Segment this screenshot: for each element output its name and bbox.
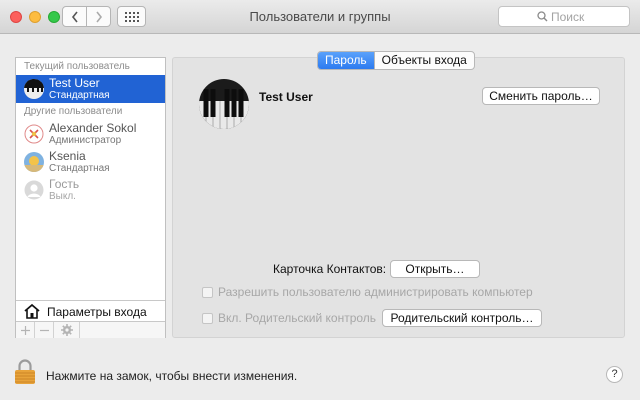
allow-admin-checkbox[interactable] <box>202 287 213 298</box>
search-field[interactable] <box>498 6 630 27</box>
allow-admin-label: Разрешить пользователю администрировать … <box>218 285 533 299</box>
sidebar-actions <box>16 321 165 338</box>
login-options-item[interactable]: Параметры входа <box>16 300 165 322</box>
help-button[interactable]: ? <box>606 366 623 383</box>
user-name: Test User <box>49 76 100 90</box>
sidebar-item-guest[interactable]: Гость Выкл. <box>16 176 165 204</box>
lock-hint-text: Нажмите на замок, чтобы внести изменения… <box>46 369 298 383</box>
users-sidebar: Текущий пользователь Test User Стандартн… <box>15 57 166 338</box>
guest-avatar-icon <box>24 180 44 200</box>
parental-control-checkbox[interactable] <box>202 313 213 324</box>
change-password-button[interactable]: Сменить пароль… <box>482 87 600 105</box>
other-users-header: Другие пользователи <box>24 106 123 117</box>
parental-control-label: Вкл. Родительский контроль <box>218 311 377 325</box>
piano-avatar-icon <box>24 79 44 99</box>
toolbar: Пользователи и группы <box>0 0 640 34</box>
search-input[interactable] <box>551 8 626 25</box>
add-user-button[interactable] <box>16 322 35 338</box>
selected-user-name: Test User <box>259 90 313 104</box>
plus-icon <box>20 325 30 335</box>
flower-avatar-icon <box>24 124 44 144</box>
login-options-label: Параметры входа <box>47 305 147 319</box>
user-name: Alexander Sokol <box>49 121 137 135</box>
user-role: Стандартная <box>49 163 110 174</box>
lock-icon[interactable] <box>14 359 36 385</box>
user-role: Стандартная <box>49 90 110 101</box>
user-name: Ksenia <box>49 149 86 163</box>
remove-user-button[interactable] <box>35 322 54 338</box>
user-picture[interactable] <box>199 79 249 129</box>
contacts-card-label: Карточка Контактов: <box>273 262 387 276</box>
house-icon <box>24 303 40 319</box>
gear-icon <box>60 324 73 336</box>
tab-password[interactable]: Пароль <box>318 52 374 69</box>
landscape-avatar-icon <box>24 152 44 172</box>
open-contacts-button[interactable]: Открыть… <box>390 260 480 278</box>
piano-keys-icon <box>199 79 249 129</box>
parental-controls-button[interactable]: Родительский контроль… <box>382 309 542 327</box>
sidebar-item-current-user[interactable]: Test User Стандартная <box>16 75 165 103</box>
action-menu-button[interactable] <box>54 322 80 338</box>
user-name: Гость <box>49 177 80 191</box>
tab-login-items[interactable]: Объекты входа <box>373 52 474 69</box>
minus-icon <box>39 329 49 331</box>
tab-bar: Пароль Объекты входа <box>317 51 475 70</box>
users-groups-window: Пользователи и группы Текущий пользовате… <box>0 0 640 400</box>
search-icon <box>537 11 548 22</box>
sidebar-item-alexander-sokol[interactable]: Alexander Sokol Администратор <box>16 120 165 148</box>
sidebar-item-ksenia[interactable]: Ksenia Стандартная <box>16 148 165 176</box>
user-role: Выкл. <box>49 191 76 202</box>
current-user-header: Текущий пользователь <box>24 61 130 72</box>
user-role: Администратор <box>49 135 122 146</box>
